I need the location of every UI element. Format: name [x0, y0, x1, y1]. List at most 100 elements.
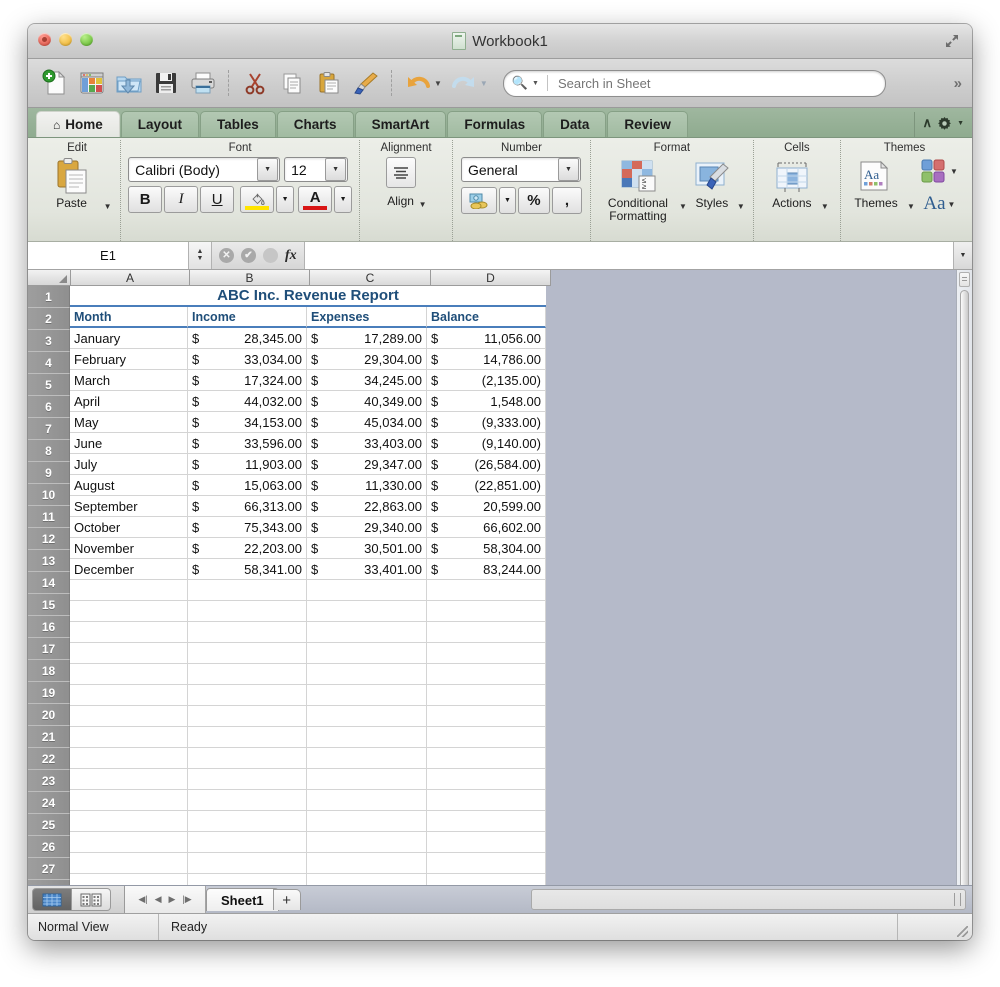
- cell-A10[interactable]: August: [70, 475, 188, 496]
- cell-C23[interactable]: [307, 748, 427, 769]
- fx-icon[interactable]: fx: [285, 248, 297, 264]
- number-format-caret[interactable]: ▼: [557, 158, 579, 181]
- cell-C7[interactable]: $45,034.00: [307, 412, 427, 433]
- row-header-26[interactable]: 26: [28, 836, 70, 858]
- row-header-25[interactable]: 25: [28, 814, 70, 836]
- accept-check-icon[interactable]: ✔: [241, 248, 256, 263]
- cell-A2[interactable]: Month: [70, 307, 188, 328]
- tab-review[interactable]: Review: [607, 111, 688, 137]
- cell-C3[interactable]: $17,289.00: [307, 328, 427, 349]
- row-header-21[interactable]: 21: [28, 726, 70, 748]
- cell-B16[interactable]: [188, 601, 307, 622]
- cell-B11[interactable]: $66,313.00: [188, 496, 307, 517]
- number-format-combo[interactable]: General ▼: [460, 157, 581, 182]
- font-color-button[interactable]: A: [298, 186, 333, 213]
- cell-D25[interactable]: [427, 790, 546, 811]
- theme-colors-caret[interactable]: ▼: [950, 167, 958, 176]
- cell-C21[interactable]: [307, 706, 427, 727]
- cell-C28[interactable]: [307, 853, 427, 874]
- cell-D26[interactable]: [427, 811, 546, 832]
- expand-arrows-icon[interactable]: [944, 33, 960, 49]
- row-header-28[interactable]: 28: [28, 880, 70, 885]
- currency-format-caret[interactable]: ▼: [498, 187, 516, 214]
- cell-D19[interactable]: [427, 664, 546, 685]
- cell-A11[interactable]: September: [70, 496, 188, 517]
- cell-C5[interactable]: $34,245.00: [307, 370, 427, 391]
- cell-D6[interactable]: $1,548.00: [427, 391, 546, 412]
- gear-dropdown-caret[interactable]: ▼: [957, 120, 964, 127]
- cell-C2[interactable]: Expenses: [307, 307, 427, 328]
- search-box[interactable]: 🔍 ▼: [502, 69, 886, 97]
- cell-B12[interactable]: $75,343.00: [188, 517, 307, 538]
- cell-A24[interactable]: [70, 769, 188, 790]
- cell-A26[interactable]: [70, 811, 188, 832]
- row-header-22[interactable]: 22: [28, 748, 70, 770]
- cell-B10[interactable]: $15,063.00: [188, 475, 307, 496]
- cell-D10[interactable]: $ (22,851.00): [427, 475, 546, 496]
- fill-color-button[interactable]: [240, 186, 275, 213]
- row-header-13[interactable]: 13: [28, 550, 70, 572]
- cell-D2[interactable]: Balance: [427, 307, 546, 328]
- cell-C11[interactable]: $22,863.00: [307, 496, 427, 517]
- percent-format-button[interactable]: %: [517, 187, 550, 214]
- cell-C19[interactable]: [307, 664, 427, 685]
- column-header-d[interactable]: D: [431, 270, 551, 286]
- horizontal-scrollbar[interactable]: [530, 889, 966, 910]
- toolbar-overflow-button[interactable]: »: [954, 75, 962, 92]
- align-button[interactable]: Align: [385, 157, 416, 208]
- cell-B21[interactable]: [188, 706, 307, 727]
- cell-D16[interactable]: [427, 601, 546, 622]
- cell-B9[interactable]: $11,903.00: [188, 454, 307, 475]
- scrollbar-split-grip[interactable]: [959, 272, 970, 287]
- cell-C29[interactable]: [307, 874, 427, 885]
- theme-fonts-caret[interactable]: ▼: [948, 200, 956, 209]
- cell-A21[interactable]: [70, 706, 188, 727]
- font-color-caret[interactable]: ▼: [334, 186, 353, 213]
- cell-C26[interactable]: [307, 811, 427, 832]
- tab-smartart[interactable]: SmartArt: [354, 111, 447, 137]
- cell-A5[interactable]: March: [70, 370, 188, 391]
- row-header-3[interactable]: 3: [28, 330, 70, 352]
- undo-button[interactable]: [401, 66, 435, 100]
- font-family-combo[interactable]: Calibri (Body) ▼: [128, 157, 281, 182]
- actions-button[interactable]: Actions: [765, 157, 819, 210]
- tab-data[interactable]: Data: [543, 111, 607, 137]
- actions-caret[interactable]: ▼: [821, 202, 829, 211]
- vertical-scrollbar[interactable]: [956, 270, 972, 885]
- cell-A16[interactable]: [70, 601, 188, 622]
- row-header-16[interactable]: 16: [28, 616, 70, 638]
- cell-A13[interactable]: November: [70, 538, 188, 559]
- cell-A7[interactable]: May: [70, 412, 188, 433]
- align-dropdown-caret[interactable]: ▼: [419, 200, 427, 209]
- cell-B20[interactable]: [188, 685, 307, 706]
- cell-B25[interactable]: [188, 790, 307, 811]
- undo-dropdown-caret[interactable]: ▼: [434, 79, 442, 88]
- nav-first-sheet-button[interactable]: ◀|: [138, 894, 147, 905]
- cell-B5[interactable]: $17,324.00: [188, 370, 307, 391]
- paste-toolbar-button[interactable]: [312, 66, 346, 100]
- tab-charts[interactable]: Charts: [276, 111, 354, 137]
- cell-D20[interactable]: [427, 685, 546, 706]
- row-header-5[interactable]: 5: [28, 374, 70, 396]
- theme-colors-button[interactable]: ▼: [921, 159, 958, 183]
- theme-fonts-button[interactable]: Aa ▼: [923, 193, 955, 215]
- cell-B15[interactable]: [188, 580, 307, 601]
- themes-button[interactable]: Aa Themes: [851, 157, 901, 210]
- cell-A19[interactable]: [70, 664, 188, 685]
- ribbon-collapse-caret[interactable]: ∧: [923, 115, 933, 131]
- cell-C20[interactable]: [307, 685, 427, 706]
- italic-button[interactable]: I: [164, 186, 199, 213]
- row-header-15[interactable]: 15: [28, 594, 70, 616]
- nav-prev-sheet-button[interactable]: ◀: [155, 894, 162, 905]
- nav-last-sheet-button[interactable]: |▶: [182, 894, 191, 905]
- row-header-18[interactable]: 18: [28, 660, 70, 682]
- new-document-button[interactable]: [38, 66, 72, 100]
- cell-D5[interactable]: $ (2,135.00): [427, 370, 546, 391]
- row-header-24[interactable]: 24: [28, 792, 70, 814]
- copy-button[interactable]: [275, 66, 309, 100]
- formula-builder-icon[interactable]: [263, 248, 278, 263]
- formula-bar-expand[interactable]: ▼: [953, 242, 972, 269]
- fill-color-caret[interactable]: ▼: [276, 186, 295, 213]
- cell-D14[interactable]: $83,244.00: [427, 559, 546, 580]
- cell-C27[interactable]: [307, 832, 427, 853]
